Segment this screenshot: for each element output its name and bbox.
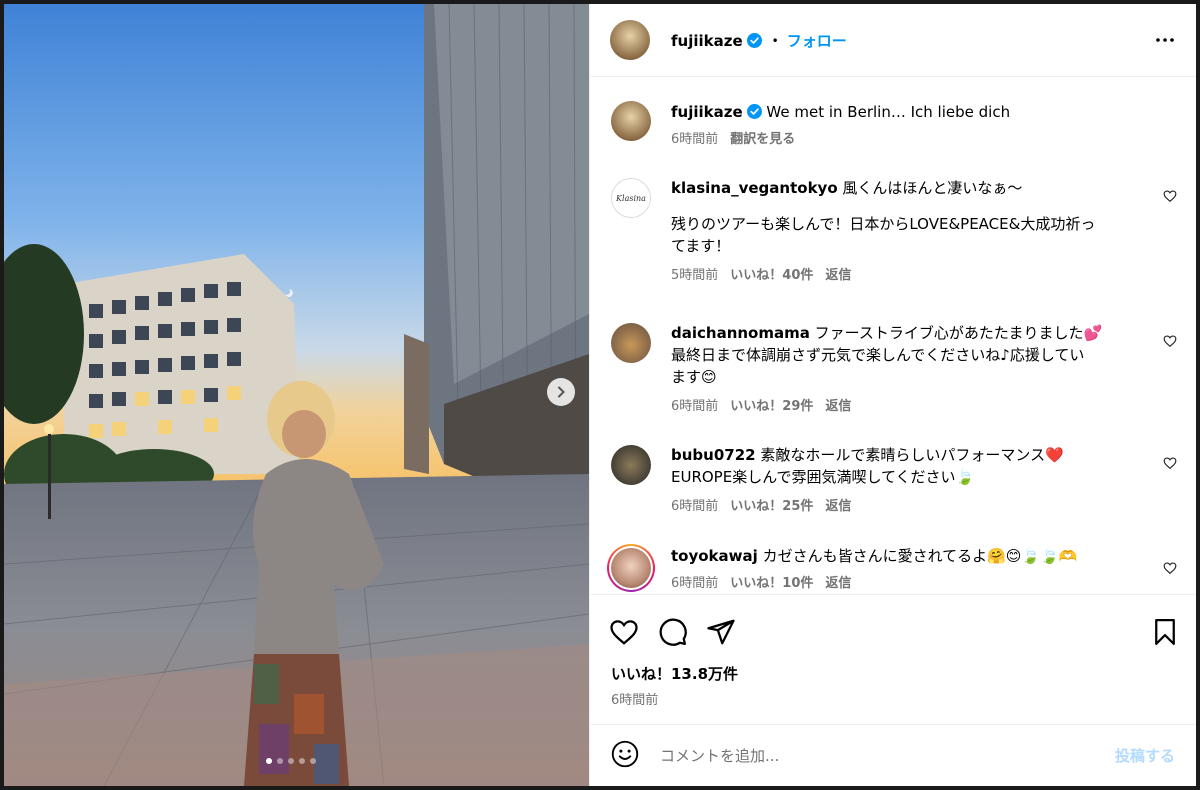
reply-button[interactable]: 返信 [825,399,851,414]
comment-username[interactable]: klasina_vegantokyo [671,179,838,197]
post-timestamp[interactable]: 6時間前 [611,689,658,708]
carousel-dot [277,758,283,764]
author-username[interactable]: fujiikaze [671,32,743,50]
comment-text: 残りのツアーも楽しんで！日本からLOVE&PEACE&大成功祈っ [671,215,1096,233]
comment-input[interactable] [658,743,1082,769]
like-comment-heart-icon[interactable] [1163,334,1177,348]
carousel-dot [299,758,305,764]
like-count[interactable]: いいね！13.8万件 [611,663,738,684]
comment-avatar[interactable] [611,323,651,363]
comment-avatar[interactable]: Klasina [611,178,651,218]
verified-badge-icon [746,33,762,48]
post-comment-button[interactable]: 投稿する [1115,745,1175,766]
like-comment-heart-icon[interactable] [1163,189,1177,203]
post-modal: fujiikaze • フォロー fujiikaze We met in Ber… [4,4,1196,786]
comment-username[interactable]: toyokawaj [671,547,758,565]
comment-likes[interactable]: いいね！29件 [730,399,813,414]
comment-text: ます😊 [671,368,717,386]
next-photo-button[interactable] [547,378,575,406]
separator-dot: • [771,33,779,48]
reply-button[interactable]: 返信 [825,576,851,591]
like-comment-heart-icon[interactable] [1163,561,1177,575]
post-side-panel: fujiikaze • フォロー fujiikaze We met in Ber… [589,4,1196,786]
comment-time[interactable]: 6時間前 [671,399,718,414]
comment-likes[interactable]: いいね！25件 [730,499,813,514]
like-heart-icon[interactable] [609,617,639,647]
like-comment-heart-icon[interactable] [1163,456,1177,470]
comment-text: EUROPE楽しんで雰囲気満喫してください🍃 [671,468,975,486]
post-photo[interactable] [4,4,589,786]
carousel-dot [310,758,316,764]
carousel-dot [266,758,272,764]
chevron-right-icon [558,386,565,398]
photo-image [4,4,589,786]
caption-avatar[interactable] [611,101,651,141]
comment-avatar[interactable] [611,445,651,485]
carousel-dot [288,758,294,764]
emoji-smiley-icon[interactable] [611,740,639,768]
comment-text: 素敵なホールで素晴らしいパフォーマンス❤️ [760,446,1064,464]
caption-text: We met in Berlin… Ich liebe dich [766,103,1011,121]
comment-text: てます！ [671,237,731,255]
more-options-button[interactable] [1155,30,1175,54]
follow-button[interactable]: フォロー [787,30,847,51]
comment-time[interactable]: 5時間前 [671,268,718,283]
comment-avatar [611,548,651,588]
translate-link[interactable]: 翻訳を見る [730,132,795,147]
save-bookmark-icon[interactable] [1150,617,1180,647]
comment-avatar-story-ring[interactable] [607,544,655,592]
carousel-indicator [266,758,316,764]
reply-button[interactable]: 返信 [825,268,851,283]
comment-bubble-icon[interactable] [658,617,688,647]
comment-likes[interactable]: いいね！40件 [730,268,813,283]
post-header: fujiikaze • フォロー [590,4,1196,77]
post-actions: いいね！13.8万件 6時間前 [590,594,1196,715]
avatar-logo-text: Klasina [616,193,646,203]
comment-text: 最終日まで体調崩さず元気で楽しんでくださいね♪応援してい [671,346,1085,364]
more-horizontal-icon [1156,38,1174,42]
comments-list[interactable]: fujiikaze We met in Berlin… Ich liebe di… [590,77,1196,594]
comment-text: カゼさんも皆さんに愛されてるよ🤗😊🍃🍃🫶 [762,547,1078,565]
share-paper-plane-icon[interactable] [706,617,736,647]
author-avatar[interactable] [610,20,650,60]
reply-button[interactable]: 返信 [825,499,851,514]
comment-time[interactable]: 6時間前 [671,576,718,591]
comment-text: ファーストライブ心があたたまりました💕 [814,324,1103,342]
comment-likes[interactable]: いいね！10件 [730,576,813,591]
comment-time[interactable]: 6時間前 [671,499,718,514]
comment-username[interactable]: bubu0722 [671,446,756,464]
add-comment-bar: 投稿する [590,724,1196,786]
comment-username[interactable]: daichannomama [671,324,810,342]
comment-text: 風くんはほんと凄いなぁ〜 [842,179,1023,197]
caption-username[interactable]: fujiikaze [671,103,743,121]
caption-time[interactable]: 6時間前 [671,132,718,147]
verified-badge-icon [746,104,762,119]
